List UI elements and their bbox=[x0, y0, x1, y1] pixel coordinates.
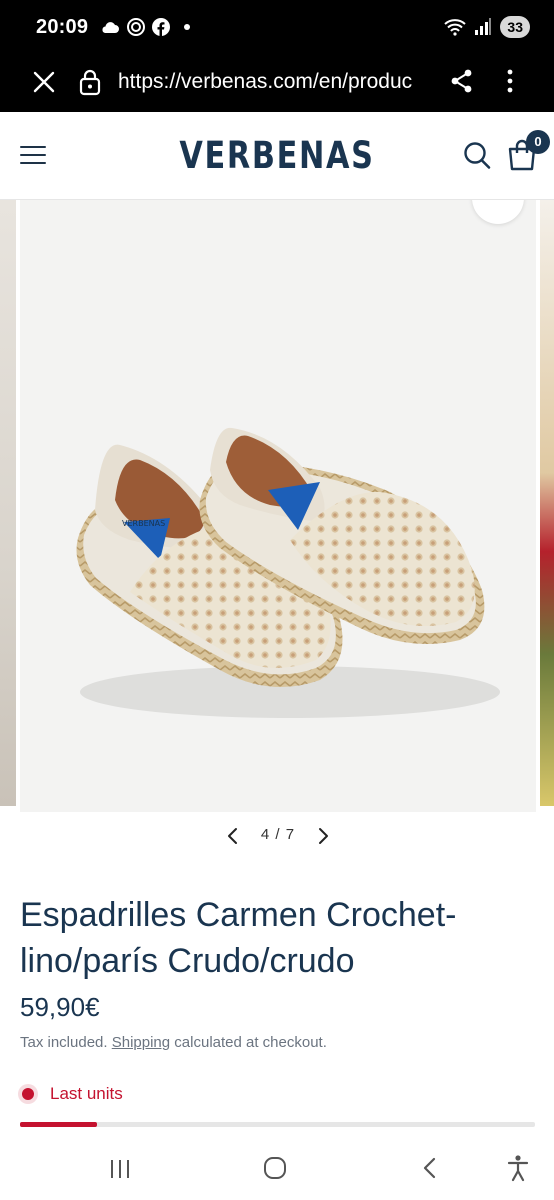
gallery-total: 7 bbox=[285, 826, 296, 843]
signal-icon bbox=[475, 18, 492, 35]
svg-text:VERBENAS: VERBENAS bbox=[122, 519, 165, 528]
url-field[interactable]: https://verbenas.com/en/produc bbox=[118, 68, 430, 96]
status-icons-right: 33 bbox=[444, 16, 530, 38]
tax-prefix: Tax included. bbox=[20, 1034, 108, 1051]
tax-suffix: calculated at checkout. bbox=[174, 1034, 327, 1051]
status-icons-left bbox=[100, 17, 190, 37]
stock-progress-bar bbox=[20, 1122, 535, 1127]
tax-note: Tax included. Shipping calculated at che… bbox=[20, 1034, 327, 1051]
battery-indicator: 33 bbox=[500, 16, 530, 38]
shipping-link[interactable]: Shipping bbox=[112, 1034, 170, 1051]
accessibility-icon[interactable] bbox=[506, 1154, 530, 1182]
gallery-separator: / bbox=[275, 826, 281, 843]
product-image[interactable]: VERBENAS bbox=[20, 200, 536, 812]
chevron-left-icon[interactable] bbox=[224, 826, 242, 846]
wifi-icon bbox=[444, 19, 467, 36]
back-icon[interactable] bbox=[420, 1156, 440, 1180]
menu-icon[interactable] bbox=[20, 146, 46, 166]
search-icon[interactable] bbox=[463, 140, 491, 170]
gallery-prev-slide[interactable] bbox=[0, 200, 16, 806]
lock-icon[interactable] bbox=[78, 68, 102, 96]
brand-logo[interactable]: VERBENAS bbox=[50, 134, 504, 177]
stock-label: Last units bbox=[50, 1084, 123, 1103]
notification-dot bbox=[184, 24, 190, 30]
stock-indicator-dot bbox=[22, 1088, 34, 1100]
data-saver-icon bbox=[127, 18, 145, 36]
close-icon[interactable] bbox=[30, 68, 58, 96]
system-nav-bar bbox=[0, 1136, 554, 1200]
cart-count-badge: 0 bbox=[526, 130, 550, 154]
cloud-icon bbox=[102, 22, 119, 33]
status-bar: 20:09 33 bbox=[0, 0, 554, 56]
gallery-next-slide[interactable] bbox=[540, 200, 554, 806]
product-gallery[interactable]: VERBENAS bbox=[0, 200, 554, 812]
more-vert-icon[interactable] bbox=[498, 67, 522, 95]
browser-toolbar: https://verbenas.com/en/produc bbox=[0, 56, 554, 112]
gallery-current: 4 bbox=[260, 826, 271, 843]
status-time: 20:09 bbox=[36, 16, 89, 38]
stock-status: Last units bbox=[22, 1084, 123, 1104]
home-icon[interactable] bbox=[263, 1156, 287, 1180]
recents-icon[interactable] bbox=[108, 1158, 132, 1180]
facebook-icon bbox=[152, 18, 170, 36]
product-title: Espadrilles Carmen Crochet-lino/parís Cr… bbox=[20, 896, 457, 980]
espadrilles-illustration: VERBENAS bbox=[76, 427, 500, 718]
gallery-counter: 4 / 7 bbox=[252, 826, 304, 843]
stock-progress-fill bbox=[20, 1122, 98, 1127]
site-header: VERBENAS bbox=[0, 112, 554, 200]
product-price: 59,90€ bbox=[20, 992, 100, 1022]
gallery-pagination: 4 / 7 bbox=[0, 822, 554, 850]
share-icon[interactable] bbox=[448, 67, 476, 95]
chevron-right-icon[interactable] bbox=[314, 826, 332, 846]
